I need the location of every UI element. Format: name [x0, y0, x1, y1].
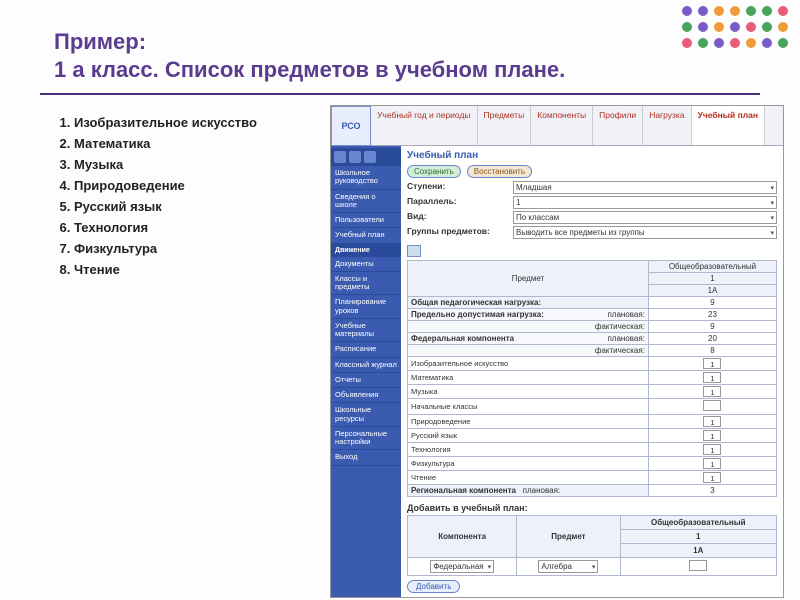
plan-table: Предмет Общеобразовательный 1 1А Общая п… [407, 260, 777, 497]
tab-4[interactable]: Нагрузка [643, 106, 691, 145]
sidebar-item[interactable]: Школьное руководство [331, 166, 401, 190]
groups-select[interactable]: Выводить все предметы из группы [513, 226, 777, 239]
sidebar-item[interactable]: Пользователи [331, 213, 401, 228]
subject-row: Начальные классы [408, 399, 649, 415]
col-class: 1А [648, 285, 776, 297]
parallel-label: Параллель: [407, 196, 507, 209]
hours-input[interactable] [703, 400, 721, 411]
groups-label: Группы предметов: [407, 226, 507, 239]
subject-row: Русский язык [408, 429, 649, 443]
home-icon[interactable] [334, 151, 346, 163]
page-title: Учебный план [407, 150, 777, 161]
parallel-select[interactable]: 1 [513, 196, 777, 209]
tab-2[interactable]: Компоненты [531, 106, 593, 145]
subject-row: Физкультура [408, 457, 649, 471]
view-label: Вид: [407, 211, 507, 224]
add-title: Добавить в учебный план: [407, 503, 777, 513]
col-subject: Предмет [408, 261, 649, 297]
app-tabs: Учебный год и периодыПредметыКомпонентыП… [371, 106, 783, 146]
subject-row: Математика [408, 371, 649, 385]
add-button[interactable]: Добавить [407, 580, 460, 593]
subject-row: Изобразительное искусство [408, 357, 649, 371]
sidebar-item[interactable]: Учебный план [331, 228, 401, 243]
level-label: Ступени: [407, 181, 507, 194]
subject-row: Музыка [408, 385, 649, 399]
subject-row: Чтение [408, 471, 649, 485]
list-item: Природоведение [74, 178, 322, 193]
tab-1[interactable]: Предметы [478, 106, 532, 145]
title-line-1: Пример: [54, 29, 146, 54]
app-window: РСО Учебный год и периодыПредметыКомпоне… [330, 105, 784, 598]
list-item: Русский язык [74, 199, 322, 214]
hours-input[interactable]: 1 [703, 372, 721, 383]
hours-input[interactable]: 1 [703, 358, 721, 369]
sidebar-item[interactable]: Школьные ресурсы [331, 403, 401, 427]
col-edutype: Общеобразовательный [648, 261, 776, 273]
hours-input[interactable]: 1 [703, 472, 721, 483]
hours-input[interactable]: 1 [703, 444, 721, 455]
tab-0[interactable]: Учебный год и периоды [371, 106, 478, 145]
sidebar-item[interactable]: Расписание [331, 342, 401, 357]
slide-title: Пример: 1 а класс. Список предметов в уч… [0, 0, 800, 83]
main-pane: Учебный план Сохранить Восстановить Ступ… [401, 146, 783, 597]
hours-input[interactable]: 1 [703, 416, 721, 427]
app-logo: РСО [331, 106, 371, 146]
view-select[interactable]: По классам [513, 211, 777, 224]
hours-input[interactable]: 1 [703, 458, 721, 469]
regional-row: Региональная компонента плановая: [408, 485, 649, 497]
hours-input[interactable] [689, 560, 707, 571]
mail-icon[interactable] [349, 151, 361, 163]
sidebar-item[interactable]: Классный журнал [331, 358, 401, 373]
sidebar-item[interactable]: Документы [331, 257, 401, 272]
print-icon[interactable] [407, 245, 421, 257]
level-select[interactable]: Младшая [513, 181, 777, 194]
sidebar-item[interactable]: Объявления [331, 388, 401, 403]
hours-input[interactable]: 1 [703, 430, 721, 441]
list-item: Музыка [74, 157, 322, 172]
subject-row: Технология [408, 443, 649, 457]
help-icon[interactable] [364, 151, 376, 163]
restore-button[interactable]: Восстановить [467, 165, 532, 178]
sidebar-item[interactable]: Отчеты [331, 373, 401, 388]
subject-row: Природоведение [408, 415, 649, 429]
tab-5[interactable]: Учебный план [692, 106, 765, 145]
sidebar: Школьное руководствоСведения о школеПоль… [331, 146, 401, 597]
sidebar-item[interactable]: Учебные материалы [331, 319, 401, 343]
list-item: Математика [74, 136, 322, 151]
component-select[interactable]: Федеральная [430, 560, 494, 573]
add-table: Компонента Предмет Общеобразовательный 1… [407, 515, 777, 576]
sidebar-item[interactable]: Планирование уроков [331, 295, 401, 319]
decorative-dots [682, 6, 790, 50]
sidebar-section: Движение [331, 244, 401, 257]
subjects-list: Изобразительное искусство Математика Музык… [12, 105, 322, 598]
hours-input[interactable]: 1 [703, 386, 721, 397]
list-item: Технология [74, 220, 322, 235]
sidebar-item[interactable]: Выход [331, 450, 401, 465]
list-item: Изобразительное искусство [74, 115, 322, 130]
subject-select[interactable]: Алгебра [538, 560, 598, 573]
list-item: Физкультура [74, 241, 322, 256]
sidebar-item[interactable]: Классы и предметы [331, 272, 401, 296]
col-grade: 1 [648, 273, 776, 285]
sidebar-item[interactable]: Персональные настройки [331, 427, 401, 451]
list-item: Чтение [74, 262, 322, 277]
title-line-2: 1 а класс. Список предметов в учебном пл… [54, 57, 565, 82]
sidebar-icons [331, 148, 401, 166]
sidebar-item[interactable]: Сведения о школе [331, 190, 401, 214]
save-button[interactable]: Сохранить [407, 165, 461, 178]
tab-3[interactable]: Профили [593, 106, 643, 145]
